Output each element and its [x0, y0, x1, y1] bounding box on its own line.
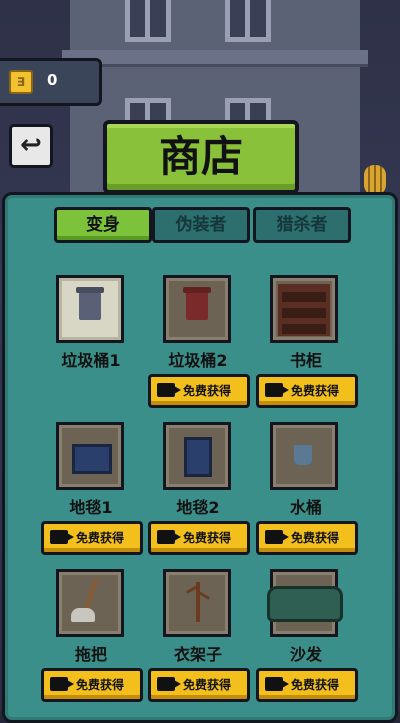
free-get-button[interactable]: 免费获得 — [256, 668, 358, 702]
free-get-button[interactable]: 免费获得 — [148, 668, 250, 702]
video-icon — [50, 677, 74, 691]
item-label: 衣架子 — [173, 645, 222, 664]
item-slot-trash-bin-2[interactable] — [163, 275, 231, 343]
item-label: 拖把 — [74, 645, 107, 664]
bookcase-icon — [278, 284, 330, 336]
sofa-icon — [267, 586, 343, 622]
video-icon — [265, 383, 289, 397]
free-get-button[interactable]: 免费获得 — [148, 521, 250, 555]
item-label: 水桶 — [289, 498, 322, 517]
tab-transform[interactable]: 变身 — [54, 207, 152, 243]
item-label: 垃圾桶2 — [168, 351, 228, 370]
mop-icon — [83, 578, 99, 612]
tab-hunter[interactable]: 猎杀者 — [253, 207, 351, 243]
free-get-button[interactable]: 免费获得 — [41, 668, 143, 702]
free-get-button[interactable]: 免费获得 — [41, 521, 143, 555]
coin-icon: ∃ — [9, 70, 33, 94]
video-icon — [157, 383, 181, 397]
item-label: 地毯1 — [69, 498, 113, 517]
free-get-button[interactable]: 免费获得 — [256, 374, 358, 408]
building-ledge — [62, 50, 368, 67]
item-label: 书柜 — [289, 351, 322, 370]
back-button[interactable]: ↩ — [9, 124, 53, 168]
title-banner: 商店 — [103, 120, 299, 194]
video-icon — [50, 530, 74, 544]
item-slot-mop[interactable] — [56, 569, 124, 637]
item-slot-rug-1[interactable] — [56, 422, 124, 490]
window — [125, 0, 171, 42]
item-label: 地毯2 — [176, 498, 220, 517]
video-icon — [265, 677, 289, 691]
video-icon — [157, 530, 181, 544]
item-slot-coat-rack[interactable] — [163, 569, 231, 637]
rug-icon — [184, 437, 212, 477]
window — [225, 0, 271, 42]
tab-disguiser[interactable]: 伪装者 — [152, 207, 250, 243]
item-slot-sofa[interactable] — [267, 569, 343, 637]
page-title: 商店 — [158, 132, 243, 181]
free-get-button[interactable]: 免费获得 — [148, 374, 250, 408]
video-icon — [157, 677, 181, 691]
item-label: 垃圾桶1 — [61, 351, 121, 370]
item-label: 沙发 — [289, 645, 322, 664]
item-slot-bookcase[interactable] — [270, 275, 338, 343]
trash-bin-icon — [79, 292, 101, 320]
rug-icon — [72, 444, 112, 474]
free-get-button[interactable]: 免费获得 — [256, 521, 358, 555]
back-arrow-icon: ↩ — [20, 130, 42, 160]
bucket-icon — [294, 445, 312, 465]
coin-counter: ∃ 0 — [0, 58, 102, 106]
item-slot-trash-bin-1[interactable] — [56, 275, 124, 343]
trash-bin-icon — [186, 292, 208, 320]
lantern — [364, 165, 386, 195]
coin-count: 0 — [47, 71, 58, 89]
item-slot-rug-2[interactable] — [163, 422, 231, 490]
item-slot-bucket[interactable] — [270, 422, 338, 490]
video-icon — [265, 530, 289, 544]
